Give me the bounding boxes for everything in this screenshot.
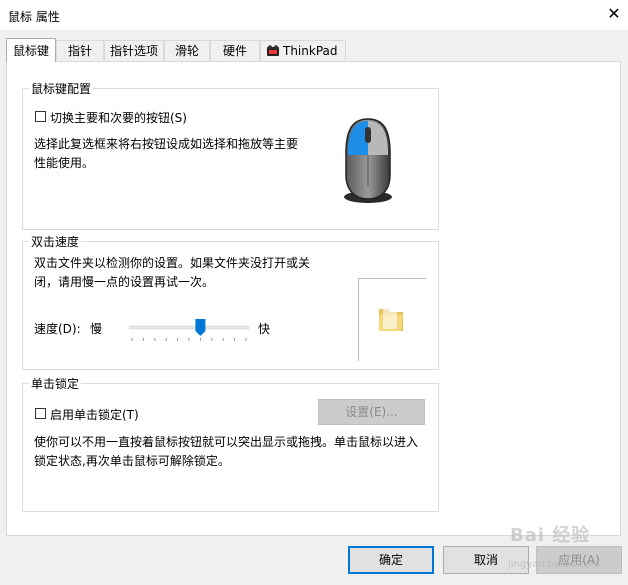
click-lock-label[interactable]: 启用单击锁定(T)	[50, 406, 139, 423]
click-lock-checkbox[interactable]	[35, 408, 46, 419]
switch-buttons-label[interactable]: 切换主要和次要的按钮(S)	[50, 109, 187, 126]
click-lock-description: 使你可以不用一直按着鼠标按钮就可以突出显示或拖拽。单击鼠标以进入锁定状态,再次单…	[34, 435, 419, 468]
tab-pointers[interactable]: 指针	[56, 40, 104, 61]
tab-thinkpad-label: ThinkPad	[283, 44, 338, 58]
watermark-url: jingyan.baidu.com	[508, 559, 601, 570]
mouse-icon	[338, 115, 398, 205]
ok-button[interactable]: 确定	[348, 546, 434, 574]
tab-pointer-options[interactable]: 指针选项	[104, 40, 164, 61]
close-icon[interactable]: ✕	[604, 4, 624, 24]
tab-mouse-buttons[interactable]: 鼠标键	[6, 38, 56, 62]
tab-panel: 鼠标键配置 切换主要和次要的按钮(S) 选择此复选框来将右按钮设成如选择和拖放等…	[6, 61, 621, 536]
switch-buttons-description: 选择此复选框来将右按钮设成如选择和拖放等主要性能使用。	[34, 137, 299, 170]
double-click-description: 双击文件夹以检测你的设置。如果文件夹没打开或关闭，请用慢一点的设置再试一次。	[34, 256, 311, 289]
folder-icon[interactable]	[377, 303, 405, 336]
speed-label: 速度(D):	[34, 322, 81, 336]
tab-hardware[interactable]: 硬件	[210, 40, 260, 61]
thinkpad-icon	[266, 44, 280, 58]
slow-label: 慢	[90, 322, 103, 336]
watermark-logo: Bai 经验	[510, 525, 591, 546]
tab-thinkpad[interactable]: ThinkPad	[260, 40, 346, 61]
click-lock-group: 单击锁定 启用单击锁定(T) 设置(E)... 使你可以不用一直按着鼠标按钮就可…	[22, 375, 439, 512]
click-lock-title: 单击锁定	[29, 375, 82, 392]
double-click-group: 双击速度 双击文件夹以检测你的设置。如果文件夹没打开或关闭，请用慢一点的设置再试…	[22, 233, 439, 370]
button-config-group: 鼠标键配置 切换主要和次要的按钮(S) 选择此复选框来将右按钮设成如选择和拖放等…	[22, 80, 439, 230]
click-lock-settings-button[interactable]: 设置(E)...	[318, 399, 425, 425]
switch-buttons-checkbox[interactable]	[35, 111, 46, 122]
speed-slider[interactable]	[128, 314, 251, 344]
slider-thumb[interactable]	[195, 319, 206, 336]
double-click-title: 双击速度	[29, 233, 82, 250]
fast-label: 快	[258, 322, 271, 336]
button-config-title: 鼠标键配置	[29, 80, 94, 97]
test-folder-area[interactable]	[358, 278, 426, 361]
tab-wheel[interactable]: 滑轮	[164, 40, 210, 61]
window-title: 鼠标 属性	[8, 10, 60, 24]
title-bar	[0, 0, 628, 30]
